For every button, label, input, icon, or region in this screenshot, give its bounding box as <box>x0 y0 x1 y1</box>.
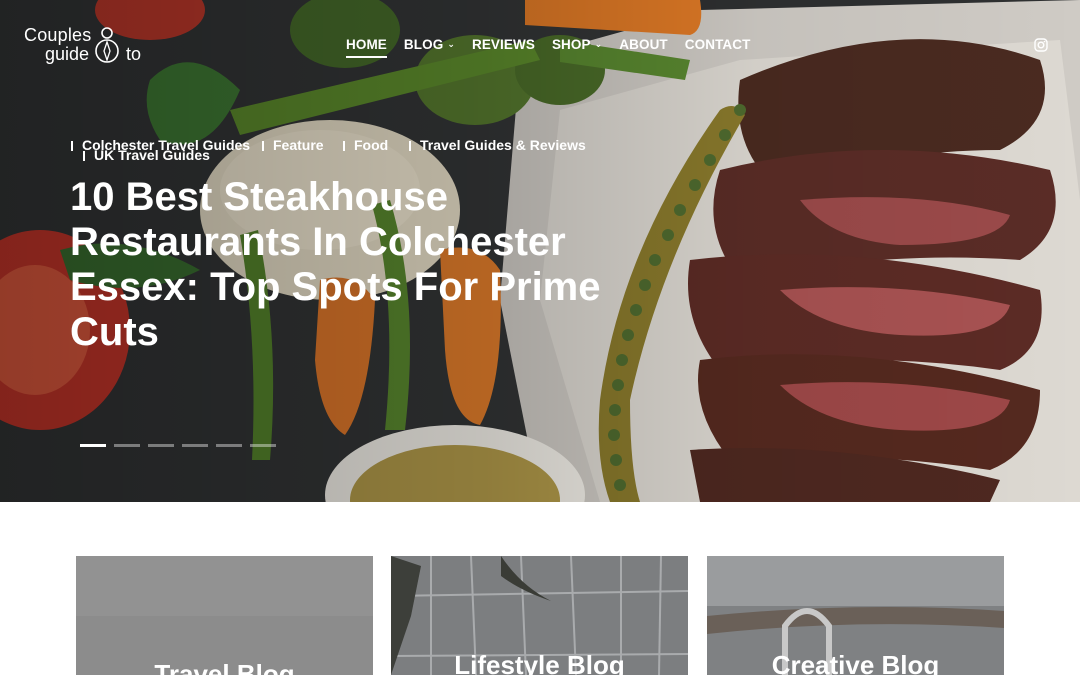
slider-dot[interactable] <box>216 444 242 447</box>
nav-item-about[interactable]: ABOUT <box>619 37 668 59</box>
chevron-down-icon: ⌄ <box>447 39 455 49</box>
slider-dot[interactable] <box>148 444 174 447</box>
card-title: Travel Blog <box>154 659 295 675</box>
slider-pagination <box>80 444 276 447</box>
compass-pin-icon <box>95 27 119 63</box>
post-title[interactable]: 10 Best Steakhouse Restaurants In Colche… <box>70 175 630 355</box>
nav-item-home[interactable]: HOME <box>346 37 387 58</box>
category-link[interactable]: UK Travel Guides <box>83 147 210 163</box>
site-logo[interactable]: Couples guide to <box>24 22 144 68</box>
nav-item-blog[interactable]: BLOG ⌄ <box>404 37 455 59</box>
slider-dot[interactable] <box>250 444 276 447</box>
nav-label: SHOP <box>551 37 591 52</box>
nav-item-contact[interactable]: CONTACT <box>685 37 751 59</box>
nav-label: CONTACT <box>684 37 751 52</box>
logo-text-to: to <box>126 44 142 64</box>
hero-slider[interactable]: Couples guide to HOME BLOG ⌄ REVIEWS SHOP… <box>0 0 1080 502</box>
category-link[interactable]: Food <box>342 137 388 153</box>
category-card-lifestyle[interactable]: Lifestyle Blog <box>391 556 688 675</box>
nav-label: BLOG <box>403 37 444 52</box>
category-card-travel[interactable]: Travel Blog <box>76 556 373 675</box>
instagram-icon[interactable] <box>1034 38 1048 52</box>
card-title: Lifestyle Blog <box>454 650 625 675</box>
slider-dot[interactable] <box>80 444 106 447</box>
nav-label: HOME <box>346 37 387 52</box>
category-link[interactable]: Feature <box>262 137 324 153</box>
category-card-creative[interactable]: Creative Blog <box>707 556 1004 675</box>
card-title: Creative Blog <box>771 650 940 675</box>
category-link[interactable]: Travel Guides & Reviews <box>409 137 586 153</box>
logo-text-couples: Couples <box>24 25 92 45</box>
nav-item-reviews[interactable]: REVIEWS <box>472 37 535 59</box>
main-nav: HOME BLOG ⌄ REVIEWS SHOP ⌄ ABOUT CONTACT <box>346 37 767 59</box>
chevron-down-icon: ⌄ <box>594 39 603 49</box>
nav-label: ABOUT <box>619 37 668 52</box>
slider-dot[interactable] <box>182 444 208 447</box>
card-background-image <box>76 556 373 675</box>
logo-text-guide: guide <box>45 44 90 64</box>
slider-dot[interactable] <box>114 444 140 447</box>
nav-item-shop[interactable]: SHOP ⌄ <box>552 37 602 59</box>
nav-label: REVIEWS <box>471 37 535 52</box>
